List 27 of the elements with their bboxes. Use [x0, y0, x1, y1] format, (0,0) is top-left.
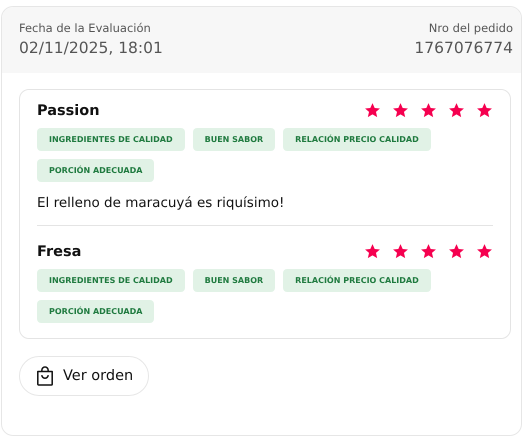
star-icon: [364, 243, 381, 260]
star-icon: [476, 243, 493, 260]
tag: RELACIÓN PRECIO CALIDAD: [283, 128, 431, 151]
review-comment: El relleno de maracuyá es riquísimo!: [37, 195, 286, 211]
evaluation-date: 02/11/2025, 18:01: [19, 39, 163, 57]
star-icon: [392, 243, 409, 260]
date-label: Fecha de la Evaluación: [19, 21, 152, 35]
star-icon: [420, 102, 437, 119]
tag: BUEN SABOR: [192, 269, 276, 292]
star-icon: [476, 102, 493, 119]
tag: INGREDIENTES DE CALIDAD: [37, 128, 185, 151]
tag: INGREDIENTES DE CALIDAD: [37, 269, 185, 292]
star-icon: [392, 102, 409, 119]
order-number: 1767076774: [414, 39, 513, 57]
product-name: Fresa: [37, 244, 82, 260]
product-name: Passion: [37, 102, 100, 118]
star-icon: [448, 102, 465, 119]
star-icon: [364, 102, 381, 119]
star-icon: [420, 243, 437, 260]
tag: BUEN SABOR: [192, 128, 276, 151]
tag: PORCIÓN ADECUADA: [37, 300, 154, 323]
tag: PORCIÓN ADECUADA: [37, 159, 154, 182]
view-order-button[interactable]: Ver orden: [19, 356, 150, 396]
shopping-bag-icon: [36, 366, 54, 386]
order-label: Nro del pedido: [428, 21, 513, 35]
star-icon: [448, 243, 465, 260]
tag: RELACIÓN PRECIO CALIDAD: [283, 269, 431, 292]
